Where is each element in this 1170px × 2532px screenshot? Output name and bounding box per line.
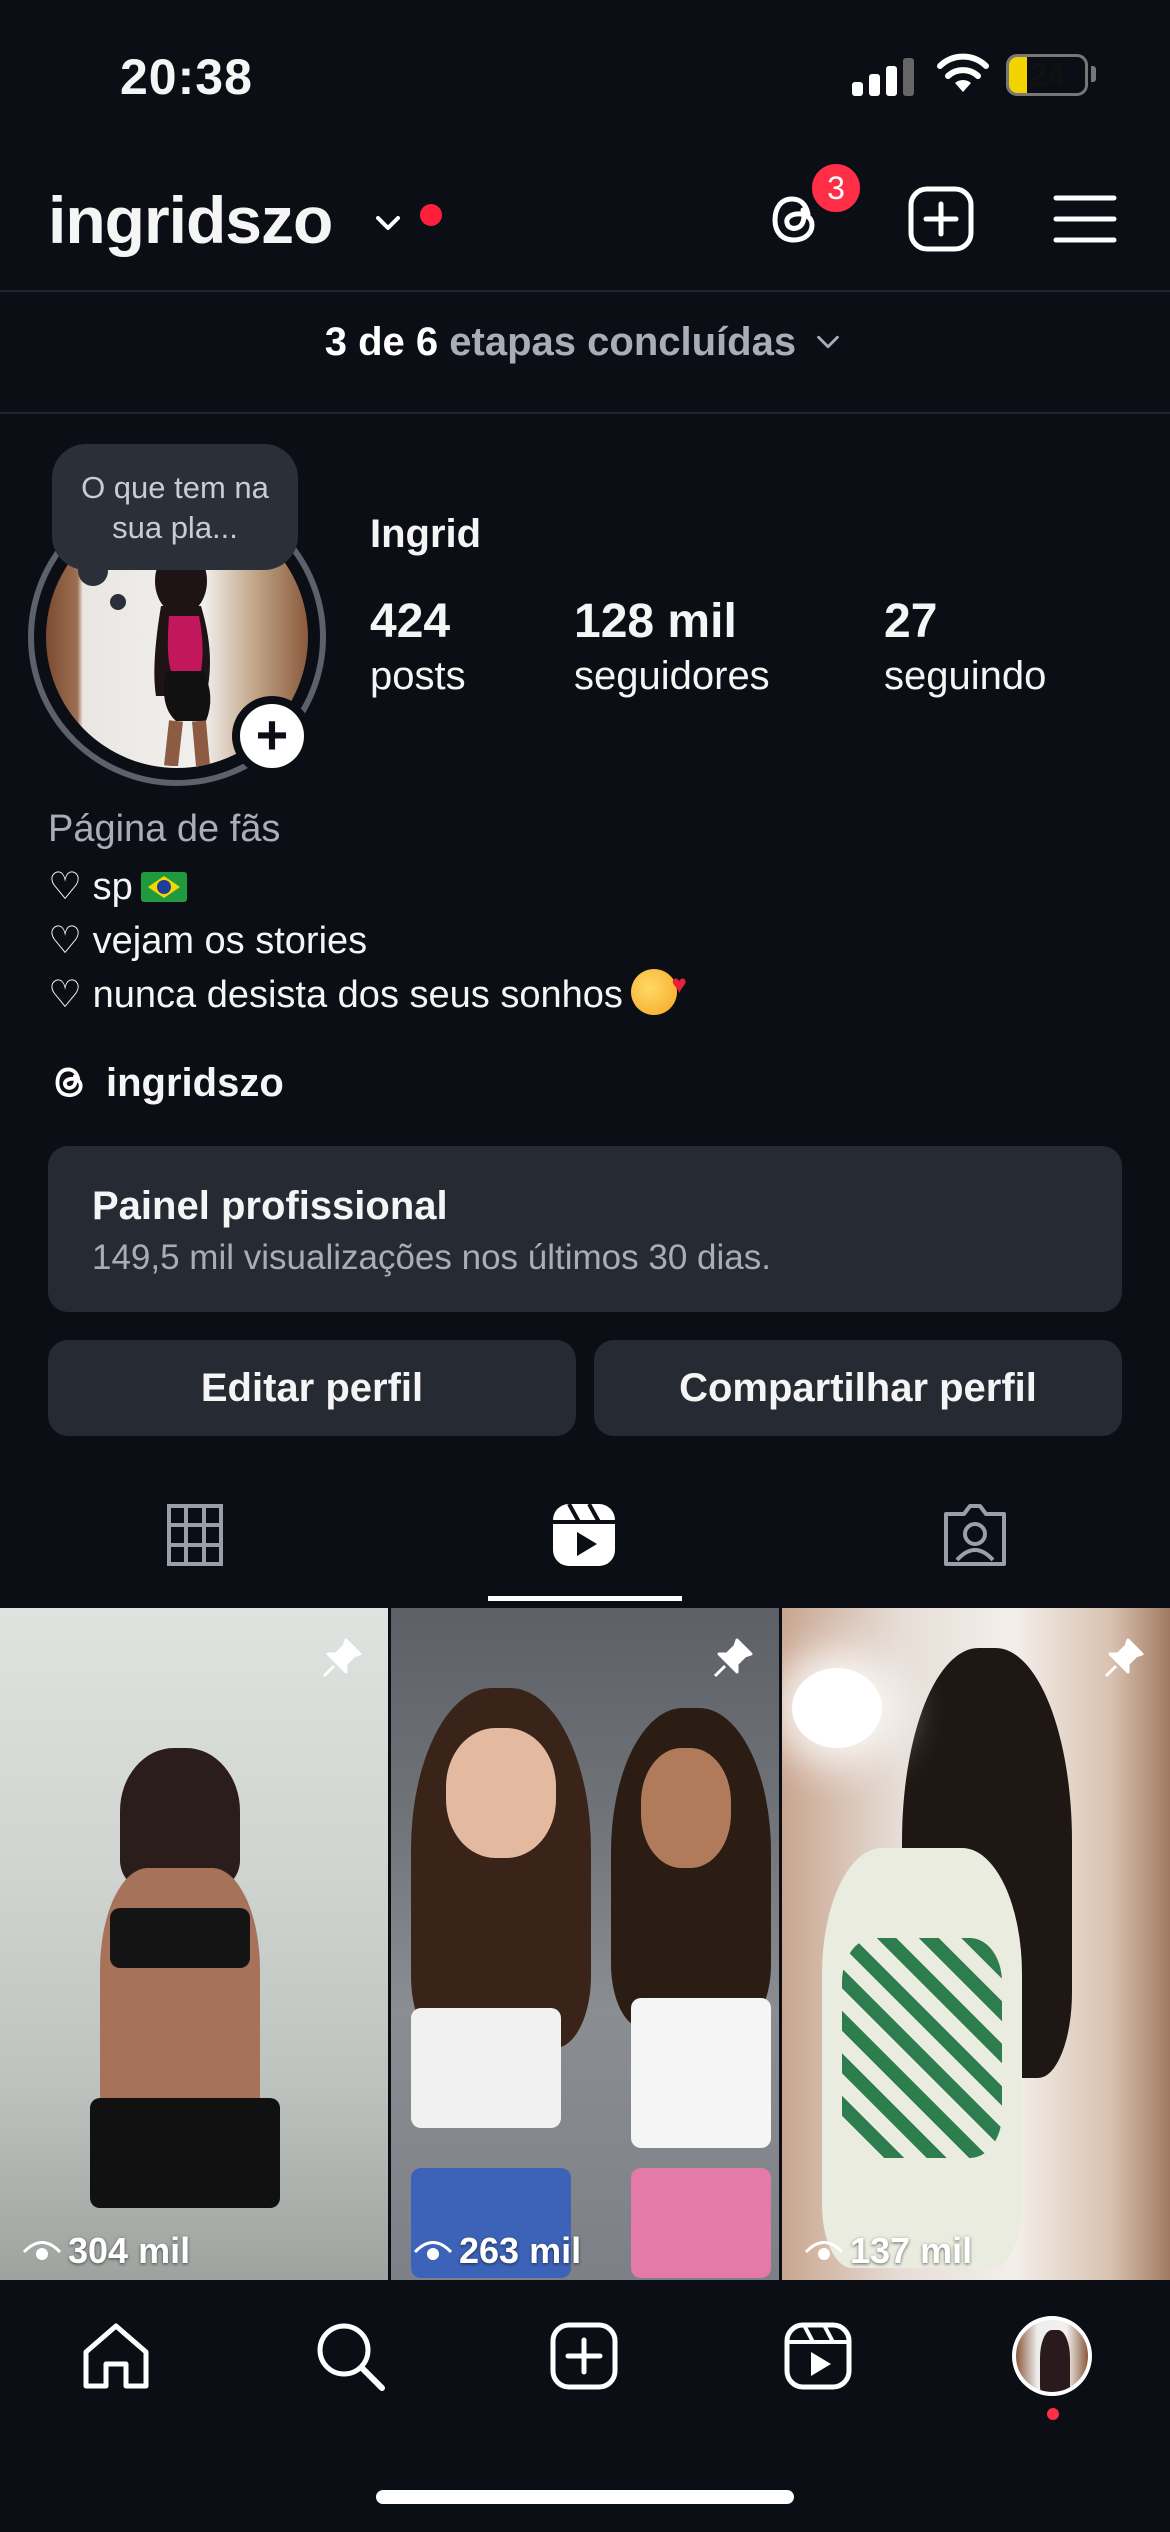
grid-icon[interactable] [160, 1500, 230, 1570]
steps-label: etapas concluídas [449, 320, 797, 364]
reel-views: 304 mil [22, 2230, 190, 2272]
share-profile-button[interactable]: Compartilhar perfil [594, 1340, 1122, 1436]
pin-icon [322, 1638, 362, 1678]
profile-bio: ♡ sp ♡ vejam os stories ♡ nunca desista … [48, 860, 687, 1022]
account-switcher[interactable]: ingridszo [48, 182, 333, 258]
threads-handle: ingridszo [106, 1061, 284, 1105]
reel-subject [446, 1728, 556, 1858]
stat-value: 128 mil [574, 595, 737, 648]
reel-subject [792, 1668, 882, 1748]
menu-icon[interactable] [1050, 184, 1120, 254]
stat-value: 27 [884, 595, 938, 648]
dashboard-title: Painel profissional [92, 1184, 448, 1228]
pin-icon [1104, 1638, 1144, 1678]
wifi-icon [937, 53, 989, 92]
notification-dot [420, 204, 442, 226]
avatar-photo [1040, 2330, 1070, 2392]
note-tail-small [110, 594, 126, 610]
bio-line: ♡ sp [48, 866, 133, 908]
reels-icon[interactable] [549, 1500, 619, 1570]
threads-icon [55, 1067, 83, 1098]
reel-subject [641, 1748, 731, 1868]
views-icon [22, 2241, 62, 2260]
threads-badge: 3 [808, 160, 864, 216]
notification-dot [1047, 2408, 1059, 2420]
reel-tile[interactable]: 137 mil [782, 1608, 1170, 2280]
steps-count: 3 de 6 [324, 320, 439, 364]
chevron-down-icon [817, 335, 840, 349]
bio-line: ♡ vejam os stories [48, 920, 368, 962]
reel-subject [631, 2168, 771, 2278]
battery-level: 24 [1029, 57, 1065, 93]
onboarding-steps[interactable]: 3 de 6 etapas concluídas [0, 320, 1170, 365]
smiling-hearts-emoji-icon [630, 957, 687, 1015]
reel-tile[interactable]: 304 mil [0, 1608, 388, 2280]
followers-count[interactable]: 128 mil seguidores [574, 594, 770, 702]
chevron-down-icon[interactable] [370, 205, 406, 241]
note-tail [78, 556, 108, 586]
stat-label: posts [370, 654, 466, 698]
following-count[interactable]: 27 seguindo [884, 594, 1046, 702]
profile-name: Ingrid [370, 512, 482, 556]
reels-icon[interactable] [780, 2318, 856, 2394]
dashboard-subtitle: 149,5 mil visualizações nos últimos 30 d… [92, 1238, 771, 1277]
home-indicator [376, 2490, 794, 2504]
battery-cap [1091, 66, 1096, 82]
add-story-button[interactable]: + [232, 696, 312, 776]
reel-subject [842, 1938, 1002, 2158]
plus-icon: + [240, 704, 304, 768]
reel-tile[interactable]: 263 mil [391, 1608, 779, 2280]
battery-icon: 24 [1006, 54, 1088, 96]
pin-icon [713, 1638, 753, 1678]
reel-views-count: 137 mil [850, 2230, 973, 2271]
views-icon [413, 2241, 453, 2260]
steps-divider [0, 412, 1170, 414]
profile-category: Página de fãs [48, 808, 281, 850]
search-icon[interactable] [312, 2318, 388, 2394]
home-icon[interactable] [78, 2318, 154, 2394]
reel-views: 263 mil [413, 2230, 581, 2272]
profile-avatar[interactable] [1012, 2316, 1092, 2396]
reel-views-count: 304 mil [68, 2230, 191, 2271]
avatar-photo [154, 547, 211, 766]
stat-label: seguindo [884, 654, 1047, 698]
reel-subject [110, 1908, 250, 1968]
create-icon[interactable] [906, 184, 976, 254]
active-tab-indicator [488, 1596, 682, 1601]
tagged-icon[interactable] [940, 1500, 1010, 1570]
status-time: 20:38 [120, 49, 253, 105]
cellular-signal-icon [852, 58, 916, 96]
reel-subject [90, 2098, 280, 2208]
header-divider [0, 290, 1170, 292]
note-bubble[interactable]: O que tem na sua pla... [52, 444, 298, 570]
reel-subject [120, 1748, 240, 1888]
posts-count[interactable]: 424 posts [370, 594, 466, 702]
reel-views: 137 mil [804, 2230, 972, 2272]
status-bar: 20:38 24 [0, 0, 1170, 150]
reel-subject [631, 1998, 771, 2148]
views-icon [804, 2241, 844, 2260]
stat-value: 424 [370, 595, 451, 648]
professional-dashboard[interactable]: Painel profissional 149,5 mil visualizaç… [48, 1146, 1122, 1312]
profile-header: ingridszo 3 [0, 160, 1170, 290]
brazil-flag-icon [140, 872, 187, 902]
create-icon[interactable] [546, 2318, 622, 2394]
edit-profile-button[interactable]: Editar perfil [48, 1340, 576, 1436]
bio-line: ♡ nunca desista dos seus sonhos [48, 974, 623, 1016]
reel-subject [411, 2008, 561, 2128]
stat-label: seguidores [574, 654, 770, 698]
reel-views-count: 263 mil [459, 2230, 582, 2271]
